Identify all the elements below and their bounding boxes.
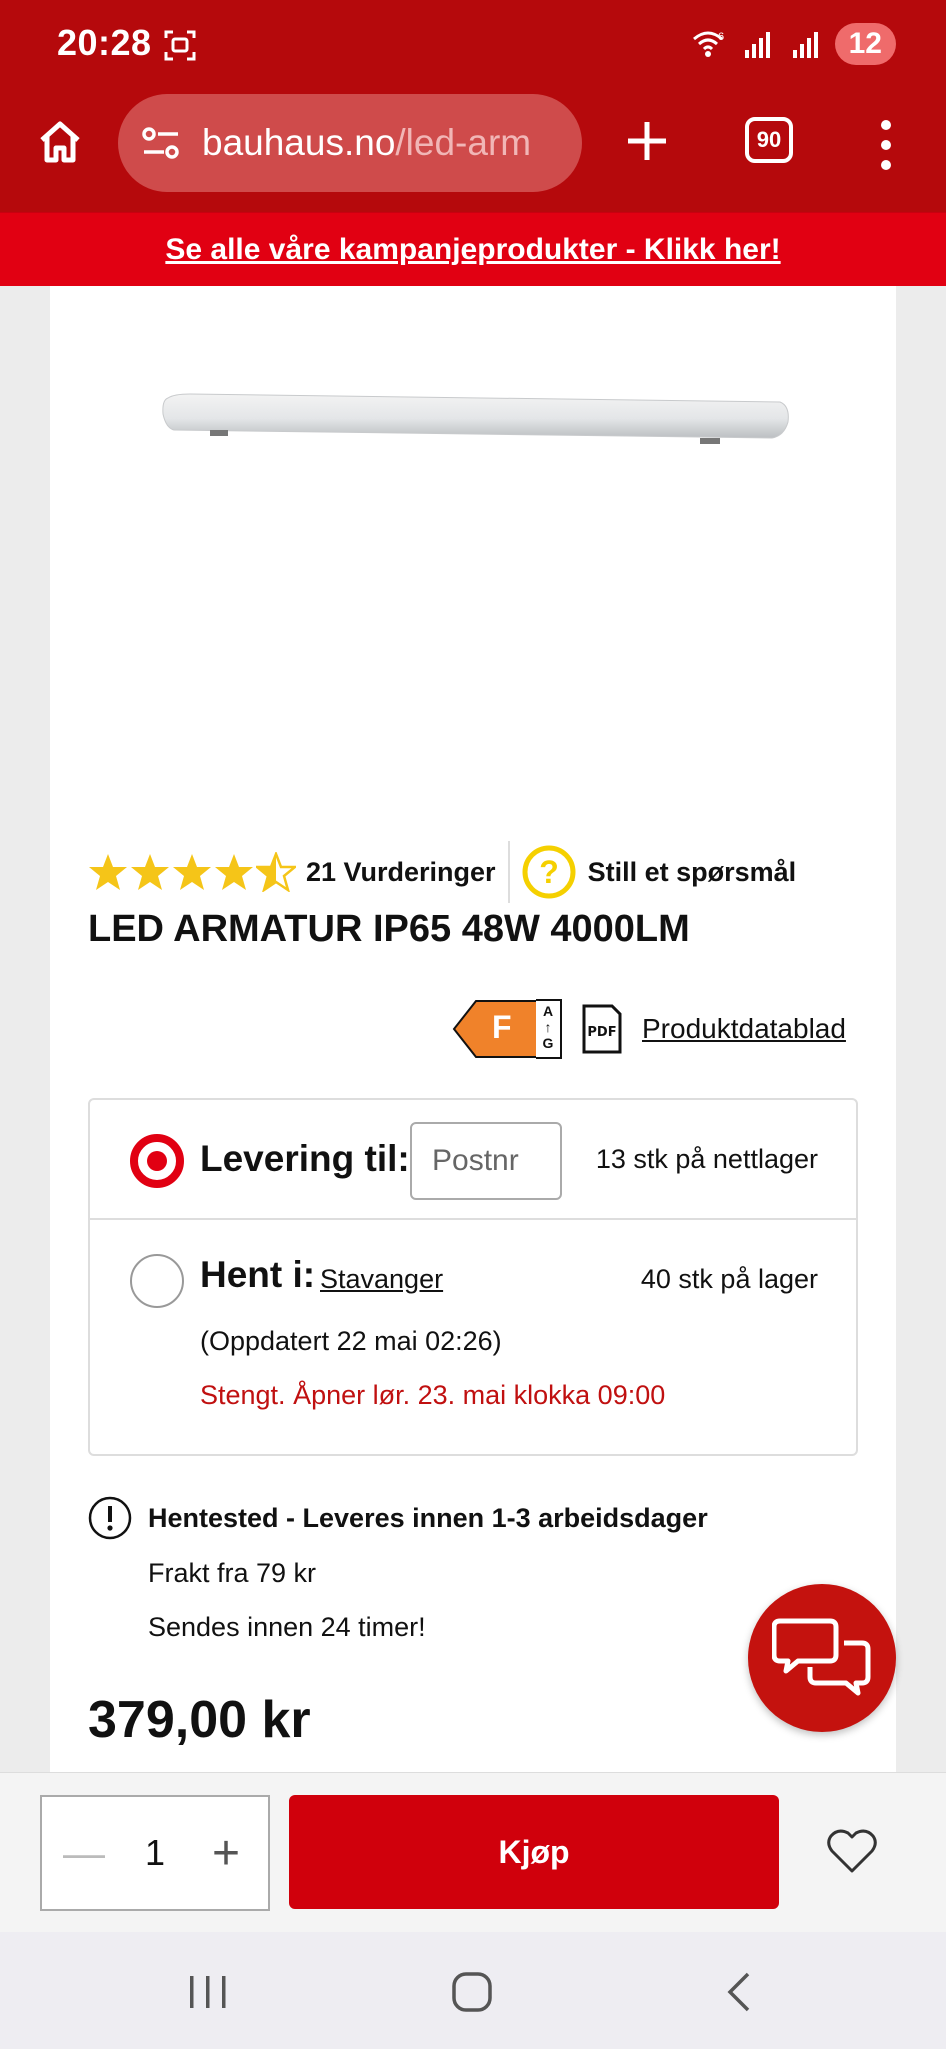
product-title: LED ARMATUR IP65 48W 4000LM	[88, 908, 690, 950]
recents-icon[interactable]	[186, 1972, 230, 2012]
status-time: 20:28	[57, 22, 152, 63]
ask-question-link[interactable]: Still et spørsmål	[588, 857, 797, 888]
pdf-icon-text: PDF	[587, 1025, 616, 1040]
rating-stars[interactable]	[88, 852, 296, 892]
divider	[507, 841, 510, 903]
browser-toolbar: bauhaus.no/led-arm 90	[0, 90, 946, 212]
freight-text: Frakt fra 79 kr	[148, 1558, 317, 1588]
home-button[interactable]	[30, 112, 90, 172]
delivery-option[interactable]: Levering til: 13 stk på nettlager	[90, 1100, 856, 1220]
product-image[interactable]	[160, 392, 790, 446]
quantity-value[interactable]: 1	[145, 1832, 165, 1874]
plus-icon	[628, 122, 666, 160]
delivery-label: Levering til:	[200, 1138, 410, 1179]
energy-scale-bottom: G	[542, 1035, 554, 1051]
star-icon	[131, 854, 169, 890]
store-closed-notice: Stengt. Åpner lør. 23. mai klokka 09:00	[200, 1380, 666, 1410]
store-stock: 40 stk på lager	[640, 1264, 818, 1294]
product-price: 379,00 kr	[88, 1691, 311, 1749]
rating-count-link[interactable]: 21 Vurderinger	[306, 857, 496, 888]
pickup-label: Hent i:	[200, 1254, 316, 1295]
datasheet-link[interactable]: Produktdatablad	[642, 1013, 846, 1045]
status-bar: 20:28 6 12	[0, 0, 946, 90]
heart-icon[interactable]	[826, 1827, 878, 1875]
quantity-stepper: — 1 +	[40, 1795, 270, 1911]
stock-updated: (Oppdatert 22 mai 02:26)	[200, 1326, 502, 1356]
star-icon	[89, 854, 127, 890]
pickup-radio[interactable]	[130, 1254, 184, 1308]
arrow-up-icon: ↑	[544, 1019, 552, 1035]
svg-text:6: 6	[718, 31, 724, 43]
screenshot-icon	[164, 30, 196, 61]
site-settings-icon[interactable]	[140, 123, 182, 163]
info-icon	[88, 1496, 132, 1540]
chat-button[interactable]	[748, 1584, 896, 1732]
back-icon[interactable]	[720, 1970, 760, 2014]
postal-code-input[interactable]	[410, 1122, 562, 1200]
url-path: /led-arm	[395, 122, 532, 163]
online-stock: 13 stk på nettlager	[595, 1144, 818, 1174]
signal-icon	[792, 32, 818, 58]
energy-scale: A ↑ G	[536, 999, 562, 1059]
status-indicators: 6 12	[691, 22, 896, 66]
tab-count: 90	[756, 127, 782, 152]
pdf-icon[interactable]: PDF	[582, 1004, 622, 1054]
decrease-quantity-button[interactable]: —	[62, 1829, 106, 1877]
home-icon	[40, 121, 80, 163]
energy-scale-top: A	[542, 1003, 554, 1019]
buy-button[interactable]: Kjøp	[289, 1795, 779, 1909]
address-bar[interactable]: bauhaus.no/led-arm	[118, 94, 582, 192]
shipping-title: Hentested - Leveres innen 1-3 arbeidsdag…	[148, 1503, 708, 1533]
increase-quantity-button[interactable]: +	[204, 1826, 248, 1881]
notification-badge: 12	[834, 23, 896, 65]
home-nav-icon[interactable]	[450, 1970, 494, 2014]
rating-row: 21 Vurderinger ? Still et spørsmål	[88, 841, 797, 903]
buy-bar: — 1 + Kjøp	[0, 1772, 946, 1932]
star-icon	[215, 854, 253, 890]
dispatch-text: Sendes innen 24 timer!	[148, 1612, 426, 1642]
question-icon[interactable]: ?	[522, 845, 576, 899]
star-half-icon	[256, 852, 296, 892]
campaign-link[interactable]: Se alle våre kampanjeprodukter - Klikk h…	[165, 233, 780, 267]
svg-text:?: ?	[539, 854, 559, 890]
url-text: bauhaus.no/led-arm	[202, 122, 531, 164]
delivery-radio[interactable]	[130, 1134, 184, 1188]
new-tab-button[interactable]	[618, 112, 676, 170]
star-icon	[173, 854, 211, 890]
energy-row: F A ↑ G PDF Produktdatablad	[452, 998, 846, 1060]
browser-menu-button[interactable]	[868, 120, 904, 170]
energy-class: F	[492, 1009, 512, 1045]
more-vert-icon	[881, 120, 891, 130]
chat-icon	[772, 1618, 871, 1696]
buy-button-label: Kjøp	[498, 1833, 570, 1870]
tab-switcher-button[interactable]: 90	[745, 117, 793, 163]
store-link[interactable]: Stavanger	[320, 1264, 443, 1295]
delivery-options: Levering til: 13 stk på nettlager Hent i…	[88, 1098, 858, 1456]
wifi-icon: 6	[692, 31, 724, 57]
campaign-banner[interactable]: Se alle våre kampanjeprodukter - Klikk h…	[0, 212, 946, 286]
energy-label[interactable]: F A ↑ G	[452, 999, 562, 1059]
signal-icon	[744, 32, 770, 58]
url-host: bauhaus.no	[202, 122, 396, 163]
system-nav-bar	[0, 1932, 946, 2049]
